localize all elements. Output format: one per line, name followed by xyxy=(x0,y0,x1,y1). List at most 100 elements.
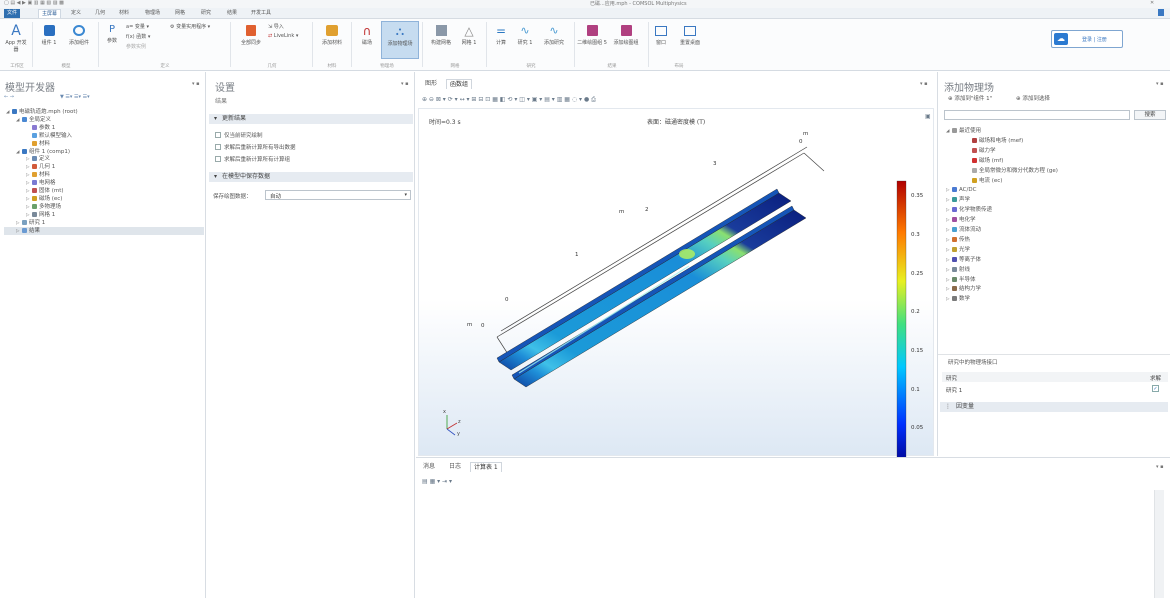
physics-item[interactable]: 全局常微分和微分代数方程 (ge) xyxy=(966,167,1058,175)
physics-item[interactable]: 电流 (ec) xyxy=(966,177,1002,185)
section-update-results[interactable]: ▾ 更新结果 xyxy=(209,114,413,124)
save-data-select[interactable]: 自动 ▾ xyxy=(265,190,411,200)
section-dependent-vars[interactable]: ⋮ 因变量 xyxy=(940,402,1168,412)
pin-icon[interactable]: ▾ ▪ xyxy=(192,81,200,87)
tree-item[interactable]: ▷ 材料 xyxy=(26,171,50,179)
mesh-button[interactable]: △ 网格 1 xyxy=(458,23,480,46)
study-table-row[interactable]: 研究 1 ✓ xyxy=(942,384,1168,394)
tree-toolbar[interactable]: ▼ ☰▾ ☰▾ ☰▾ xyxy=(60,94,90,100)
checkbox-recompute-exports[interactable] xyxy=(215,144,221,150)
functions-button[interactable]: f(x) 函数 ▾ xyxy=(126,33,150,40)
tab-messages[interactable]: 消息 xyxy=(420,462,438,472)
checkbox-recompute-groups[interactable] xyxy=(215,156,221,162)
window-close-icon[interactable]: ✕ xyxy=(1150,0,1154,6)
study-button[interactable]: ∿ 研究 1 xyxy=(514,23,536,46)
pin-icon[interactable]: ▾ ▪ xyxy=(920,81,928,87)
physics-item[interactable]: ▷ 等离子体 xyxy=(946,256,981,264)
tree-item[interactable]: 参数 1 xyxy=(26,124,55,132)
solve-checkbox[interactable]: ✓ xyxy=(1152,385,1159,392)
compute-button[interactable]: = 计算 xyxy=(490,23,512,46)
tab-results[interactable]: 结果 xyxy=(224,9,240,18)
add-physics-button[interactable]: ⛬ 添加物理场 xyxy=(381,21,419,59)
tree-item[interactable]: ▷ 电网格 xyxy=(26,179,56,187)
magnetic-field-button[interactable]: ∩ 磁场 xyxy=(355,23,379,46)
physics-item[interactable]: ▷ 流体流动 xyxy=(946,226,981,234)
add-study-button[interactable]: ∿ 添加研究 xyxy=(538,23,570,46)
add-material-button[interactable]: 添加材料 xyxy=(316,23,348,46)
reset-desktop-button[interactable]: 重置桌面 xyxy=(674,23,706,46)
tree-item[interactable]: ◢ 全局定义 xyxy=(16,116,51,124)
tree-item[interactable]: ▷ 几何 1 xyxy=(26,163,55,171)
physics-item[interactable]: ▷ 电化学 xyxy=(946,216,976,224)
physics-item[interactable]: ▷ AC/DC xyxy=(946,186,976,194)
tab-log[interactable]: 日志 xyxy=(446,462,464,472)
tree-item[interactable]: ◢ 组件 1 (comp1) xyxy=(16,148,70,156)
physics-item[interactable]: ▷ 声学 xyxy=(946,196,970,204)
physics-item[interactable]: ▷ 半导体 xyxy=(946,276,976,284)
tree-item[interactable]: ▷ 定义 xyxy=(26,155,50,163)
table-toolbar[interactable]: ▤ ▦ ▾ ⇥ ▾ xyxy=(422,478,452,485)
windows-button[interactable]: 窗口 xyxy=(650,23,672,46)
add-component-button[interactable]: 添加组件 xyxy=(64,23,94,46)
tree-item[interactable]: ▷ 多物理场 xyxy=(26,203,61,211)
tree-item[interactable]: ▷ 磁场 (ec) xyxy=(26,195,62,203)
tab-home[interactable]: 主屏幕 xyxy=(38,9,62,18)
physics-item[interactable]: ▷ 传热 xyxy=(946,236,970,244)
physics-item[interactable]: ◢ 最近使用 xyxy=(946,127,981,135)
parameters-button[interactable]: P 参数 xyxy=(102,23,122,44)
pin-icon[interactable]: ▾ ▪ xyxy=(1156,81,1164,87)
livelink-button[interactable]: ⇄ LiveLink ▾ xyxy=(268,33,298,39)
physics-search-input[interactable] xyxy=(944,110,1130,120)
param-case-button[interactable]: 参数实例 xyxy=(126,43,146,50)
build-mesh-button[interactable]: 构建网格 xyxy=(425,23,457,46)
login-button[interactable]: ☁ 登录 | 注册 xyxy=(1051,30,1123,48)
tab-graphics[interactable]: 图形 xyxy=(422,79,440,89)
tree-item[interactable]: ◢ 电磁轨道炮.mph (root) xyxy=(6,108,78,116)
tab-study[interactable]: 研究 xyxy=(198,9,214,18)
section-save-data[interactable]: ▾ 在模型中保存数据 xyxy=(209,172,413,182)
sync-all-button[interactable]: 全部同步 xyxy=(236,23,266,46)
physics-item[interactable]: 磁场和电场 (mef) xyxy=(966,137,1023,145)
physics-item[interactable]: ▷ 数学 xyxy=(946,295,970,303)
plot-group-button[interactable]: 二维绘图组 5 xyxy=(576,23,608,46)
tab-geometry[interactable]: 几何 xyxy=(92,9,108,18)
checkbox-current-study[interactable] xyxy=(215,132,221,138)
physics-item[interactable]: ▷ 射线 xyxy=(946,266,970,274)
add-to-component-button[interactable]: ⊕ 添加到"组件 1" xyxy=(948,94,992,102)
help-icon[interactable] xyxy=(1158,9,1164,16)
tree-item[interactable]: ▷ 研究 1 xyxy=(16,219,45,227)
vertical-scrollbar[interactable] xyxy=(1154,490,1164,598)
component-button[interactable]: 组件 1 xyxy=(36,23,62,46)
tree-nav-toolbar[interactable]: ← → xyxy=(4,94,14,100)
tree-item[interactable]: 默认模型输入 xyxy=(26,132,72,140)
add-plot-button[interactable]: 添加绘图组 xyxy=(608,23,644,46)
physics-item[interactable]: 磁场 (mf) xyxy=(966,157,1003,165)
pin-icon[interactable]: ▾ ▪ xyxy=(401,81,409,87)
quick-access-toolbar[interactable]: ▢ ▤ ◀ ▶ ▣ ▥ ▦ ▧ ▨ ▩ xyxy=(4,0,64,6)
var-util-button[interactable]: ⚙ 变量实用程序 ▾ xyxy=(170,23,210,30)
tab-physics[interactable]: 物理场 xyxy=(142,9,163,18)
graphics-toolbar[interactable]: ⊕ ⊖ ⊠ ▾ ⟳ ▾ ↔ ▾ ⊞ ⊟ ⊡ ▦ ◧ ⟲ ▾ ◫ ▾ ▣ ▾ ▤ … xyxy=(422,96,932,105)
search-button[interactable]: 搜索 xyxy=(1134,110,1166,120)
tab-mesh[interactable]: 网格 xyxy=(172,9,188,18)
tree-item[interactable]: ▷ 固体 (mt) xyxy=(26,187,64,195)
physics-item[interactable]: ▷ 化学物质传递 xyxy=(946,206,992,214)
tab-table-1[interactable]: 计算表 1 xyxy=(470,462,502,472)
tab-definitions[interactable]: 定义 xyxy=(68,9,84,18)
pin-icon[interactable]: ▾ ▪ xyxy=(1156,464,1164,470)
tree-item[interactable]: 材料 xyxy=(26,140,50,148)
physics-item[interactable]: 磁力学 xyxy=(966,147,996,155)
physics-item[interactable]: ▷ 结构力学 xyxy=(946,285,981,293)
app-builder-button[interactable]: A App 开发器 xyxy=(3,23,29,53)
import-button[interactable]: ⇲ 导入 xyxy=(268,23,284,30)
tab-materials[interactable]: 材料 xyxy=(116,9,132,18)
tab-file[interactable]: 文件 xyxy=(4,9,21,18)
tree-item[interactable]: ▷ 网格 1 xyxy=(26,211,55,219)
graphics-canvas[interactable]: 时间=0.3 s 表面：磁通密度模 (T) ▣ m 0 3 2 m 1 0 m … xyxy=(418,108,934,457)
variables-button[interactable]: a= 变量 ▾ xyxy=(126,23,149,30)
tab-developer[interactable]: 开发工具 xyxy=(248,9,274,18)
physics-item[interactable]: ▷ 光学 xyxy=(946,246,970,254)
add-to-selection-button[interactable]: ⊕ 添加到选择 xyxy=(1016,94,1050,102)
tree-item[interactable]: ▷ 结果 xyxy=(4,226,204,235)
tab-function-group[interactable]: 函数组 xyxy=(446,79,473,89)
